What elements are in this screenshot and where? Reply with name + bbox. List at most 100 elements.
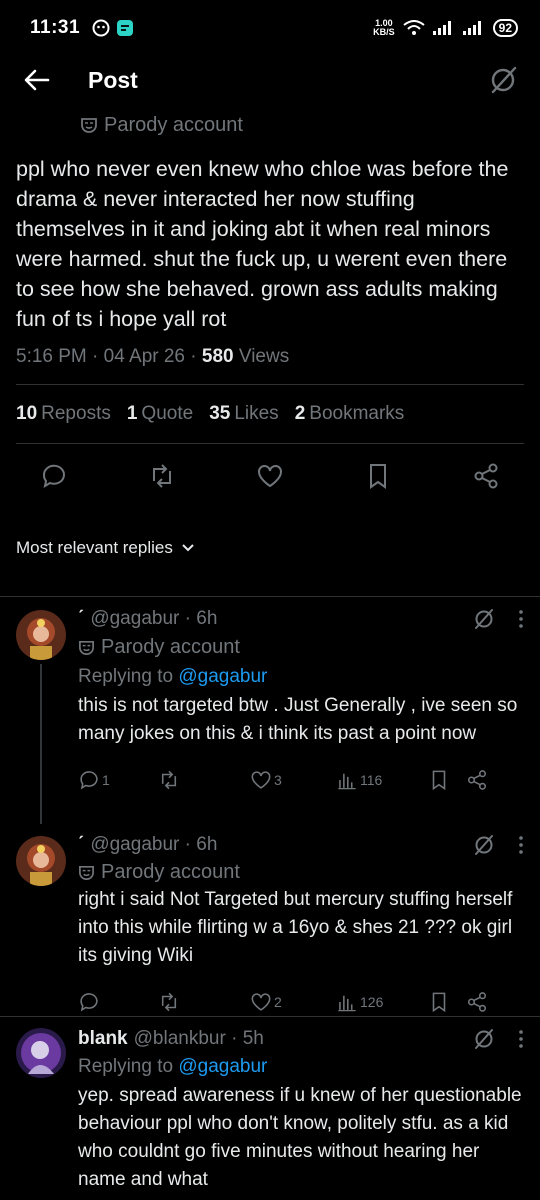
bookmark-button[interactable] xyxy=(428,769,466,791)
more-options-icon[interactable] xyxy=(518,1029,524,1049)
reply-button[interactable] xyxy=(78,991,158,1013)
reply-text: yep. spread awareness if u knew of her q… xyxy=(78,1085,522,1190)
reply-item[interactable]: ˊ @gagabur · 6h Parody account Replying … xyxy=(0,606,540,824)
display-name[interactable]: blank xyxy=(78,1028,128,1050)
like-button[interactable]: 3 xyxy=(250,769,336,791)
more-options-icon[interactable] xyxy=(518,835,524,855)
thread-line xyxy=(40,664,42,824)
signal-icon-2 xyxy=(462,21,481,35)
display-name[interactable]: ˊ xyxy=(78,834,84,856)
repost-button[interactable] xyxy=(158,769,250,791)
replying-to: Replying to @gagabur xyxy=(78,666,268,687)
reply-header: blank @blankbur · 5h xyxy=(78,1026,524,1052)
user-handle[interactable]: @blankbur xyxy=(134,1028,226,1050)
like-icon xyxy=(251,993,271,1011)
post-meta: 5:16 PM · 04 Apr 26 · 580 Views xyxy=(16,346,290,367)
status-time: 11:31 xyxy=(30,17,81,38)
network-speed: 1.00 KB/S xyxy=(373,19,395,37)
parody-label-text: Parody account xyxy=(104,113,243,136)
reply-text: right i said Not Targeted but mercury st… xyxy=(78,889,513,966)
stat-quotes[interactable]: 1 Quote xyxy=(127,403,193,425)
reply-icon xyxy=(80,993,98,1012)
reply-button[interactable]: 1 xyxy=(78,769,158,791)
more-options-icon[interactable] xyxy=(518,609,524,629)
post-text: ppl who never even knew who chloe was be… xyxy=(16,157,509,331)
signal-icon xyxy=(432,21,451,35)
post-views-count: 580 xyxy=(201,346,234,367)
share-button[interactable] xyxy=(466,991,488,1013)
replies-sort-dropdown[interactable]: Most relevant replies xyxy=(16,538,524,558)
divider xyxy=(0,1016,540,1017)
bookmark-icon xyxy=(432,770,446,791)
battery-indicator: 92 xyxy=(492,19,518,37)
views-button[interactable]: 126 xyxy=(336,991,428,1013)
reply-icon xyxy=(80,771,98,790)
share-button[interactable] xyxy=(466,769,488,791)
parody-label: Parody account xyxy=(78,858,524,886)
back-button[interactable] xyxy=(22,65,52,95)
avatar-image xyxy=(16,610,66,660)
analytics-icon xyxy=(338,995,356,1012)
post-date: 04 Apr 26 xyxy=(103,346,185,367)
user-handle[interactable]: @gagabur xyxy=(90,608,179,630)
chevron-down-icon xyxy=(182,544,194,552)
stat-bookmarks[interactable]: 2 Bookmarks xyxy=(295,403,405,425)
grok-icon[interactable] xyxy=(488,65,518,95)
repost-icon xyxy=(161,770,177,790)
views-button[interactable]: 116 xyxy=(336,769,428,791)
parody-mask-icon xyxy=(79,865,94,880)
top-app-bar: Post xyxy=(0,56,540,104)
share-icon xyxy=(467,770,487,790)
grok-icon[interactable] xyxy=(472,607,496,631)
bookmark-icon[interactable] xyxy=(364,462,392,490)
post-time: 5:16 PM xyxy=(16,346,87,367)
avatar-image xyxy=(16,1028,66,1078)
parody-mask-icon xyxy=(81,118,97,133)
app-notification-icon xyxy=(92,19,110,37)
parody-label-text: Parody account xyxy=(101,860,240,883)
stat-likes[interactable]: 35 Likes xyxy=(209,403,279,425)
user-handle[interactable]: @gagabur xyxy=(90,834,179,856)
page-title: Post xyxy=(88,66,138,93)
share-icon[interactable] xyxy=(472,462,500,490)
bookmark-button[interactable] xyxy=(428,991,466,1013)
reply-item[interactable]: ˊ @gagabur · 6h Parody account right i s… xyxy=(0,832,540,1024)
post-age: 6h xyxy=(196,834,218,855)
stat-reposts[interactable]: 10 Reposts xyxy=(16,403,111,425)
repost-button[interactable] xyxy=(158,991,250,1013)
reply-header: ˊ @gagabur · 6h xyxy=(78,832,524,858)
avatar[interactable] xyxy=(16,836,66,886)
divider xyxy=(0,596,540,597)
share-icon xyxy=(467,992,487,1012)
status-notification-icons xyxy=(92,19,134,37)
like-button[interactable]: 2 xyxy=(250,991,336,1013)
parody-label: Parody account xyxy=(80,108,524,142)
repost-icon[interactable] xyxy=(148,462,176,490)
replying-to-link[interactable]: @gagabur xyxy=(178,1056,267,1077)
back-arrow-icon xyxy=(24,69,50,91)
post-age: 5h xyxy=(242,1028,264,1049)
post-views-label[interactable]: Views xyxy=(239,346,289,367)
avatar[interactable] xyxy=(16,610,66,660)
reply-item[interactable]: blank @blankbur · 5h Replying to @gagabu… xyxy=(0,1026,540,1194)
engagement-stats: 10 Reposts 1 Quote 35 Likes 2 Bookmarks xyxy=(16,385,524,443)
display-name[interactable]: ˊ xyxy=(78,608,84,630)
chat-notification-icon xyxy=(117,20,134,36)
parody-label: Parody account xyxy=(78,632,524,662)
like-icon xyxy=(251,771,271,789)
main-post: Parody account ppl who never even knew w… xyxy=(0,108,540,558)
status-bar: 11:31 1.00 KB/S 92 xyxy=(0,0,540,56)
analytics-icon xyxy=(338,773,356,790)
avatar[interactable] xyxy=(16,1028,66,1078)
grok-icon[interactable] xyxy=(472,1027,496,1051)
bookmark-icon xyxy=(432,992,446,1013)
replying-to-link[interactable]: @gagabur xyxy=(178,666,267,687)
replying-to: Replying to @gagabur xyxy=(78,1056,268,1077)
sort-label: Most relevant replies xyxy=(16,538,173,557)
grok-icon[interactable] xyxy=(472,833,496,857)
like-icon[interactable] xyxy=(256,462,284,490)
reply-icon[interactable] xyxy=(40,462,68,490)
parody-mask-icon xyxy=(79,640,94,655)
wifi-icon xyxy=(403,20,425,35)
post-actions xyxy=(16,444,524,502)
